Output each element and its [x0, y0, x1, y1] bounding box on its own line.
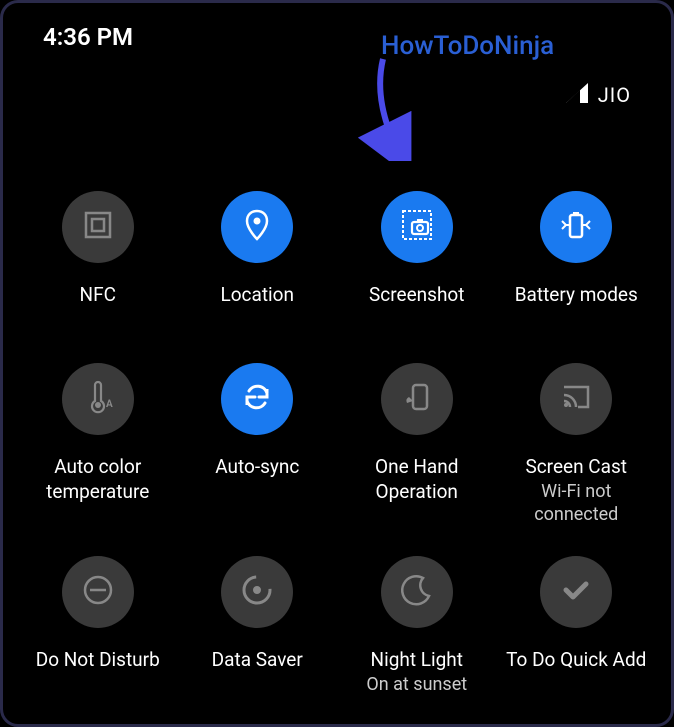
tile-nfc[interactable]: NFC — [23, 191, 173, 333]
carrier-label: JIO — [598, 83, 631, 107]
watermark-text: HowToDoNinja — [381, 31, 554, 61]
tile-screenshot-label: Screenshot — [369, 283, 464, 333]
tile-nfc-label: NFC — [80, 283, 116, 333]
nfc-icon — [80, 207, 116, 247]
cast-icon — [558, 379, 594, 419]
screenshot-icon — [399, 207, 435, 247]
tile-cast-main-label: Screen Cast — [502, 455, 652, 480]
tile-autosync-label: Auto-sync — [215, 455, 299, 505]
tile-todo-label: To Do Quick Add — [506, 648, 646, 698]
tile-dnd[interactable]: Do Not Disturb — [23, 556, 173, 698]
battery-icon — [558, 207, 594, 247]
tile-battery-modes[interactable]: Battery modes — [502, 191, 652, 333]
tile-auto-sync[interactable]: Auto-sync — [183, 363, 333, 526]
tile-nfc-circle — [62, 191, 134, 263]
tile-nightlight-sub-label: On at sunset — [366, 673, 467, 696]
sync-icon — [239, 379, 275, 419]
tile-onehand-circle — [381, 363, 453, 435]
tile-one-hand[interactable]: One Hand Operation — [342, 363, 492, 526]
tile-onehand-label: One Hand Operation — [342, 455, 492, 505]
tile-battery-circle — [540, 191, 612, 263]
tile-location-label: Location — [220, 283, 294, 333]
tile-autosync-circle — [221, 363, 293, 435]
tile-cast-label: Screen Cast Wi-Fi not connected — [502, 455, 652, 526]
thermometer-icon: A — [80, 379, 116, 419]
tile-screenshot-circle — [381, 191, 453, 263]
tile-night-light[interactable]: Night Light On at sunset — [342, 556, 492, 698]
tile-todo-circle — [540, 556, 612, 628]
tile-cast-sub-label: Wi-Fi not connected — [502, 480, 652, 527]
tile-nightlight-label: Night Light On at sunset — [366, 648, 467, 698]
data-saver-icon — [239, 572, 275, 612]
location-icon — [239, 207, 275, 247]
clock-time: 4:36 PM — [43, 23, 133, 51]
tile-data-saver[interactable]: Data Saver — [183, 556, 333, 698]
check-icon — [558, 572, 594, 612]
signal-icon — [566, 83, 588, 107]
tile-screenshot[interactable]: Screenshot — [342, 191, 492, 333]
tile-dnd-label: Do Not Disturb — [36, 648, 160, 698]
carrier-indicator: JIO — [566, 83, 631, 107]
tile-location[interactable]: Location — [183, 191, 333, 333]
tile-datasaver-label: Data Saver — [212, 648, 303, 698]
tile-cast-circle — [540, 363, 612, 435]
tile-autocolor-circle: A — [62, 363, 134, 435]
tile-nightlight-main-label: Night Light — [366, 648, 467, 673]
tile-dnd-circle — [62, 556, 134, 628]
svg-text:A: A — [106, 399, 113, 410]
status-bar: 4:36 PM — [3, 3, 671, 61]
dnd-icon — [80, 572, 116, 612]
tile-auto-color-temp[interactable]: A Auto color temperature — [23, 363, 173, 526]
tile-todo-quick-add[interactable]: To Do Quick Add — [502, 556, 652, 698]
tile-location-circle — [221, 191, 293, 263]
moon-icon — [399, 572, 435, 612]
one-hand-icon — [399, 379, 435, 419]
tile-nightlight-circle — [381, 556, 453, 628]
tile-screen-cast[interactable]: Screen Cast Wi-Fi not connected — [502, 363, 652, 526]
tile-datasaver-circle — [221, 556, 293, 628]
quick-settings-grid: NFC Location Screensho — [3, 61, 671, 698]
tile-battery-label: Battery modes — [515, 283, 638, 333]
tile-autocolor-label: Auto color temperature — [23, 455, 173, 505]
